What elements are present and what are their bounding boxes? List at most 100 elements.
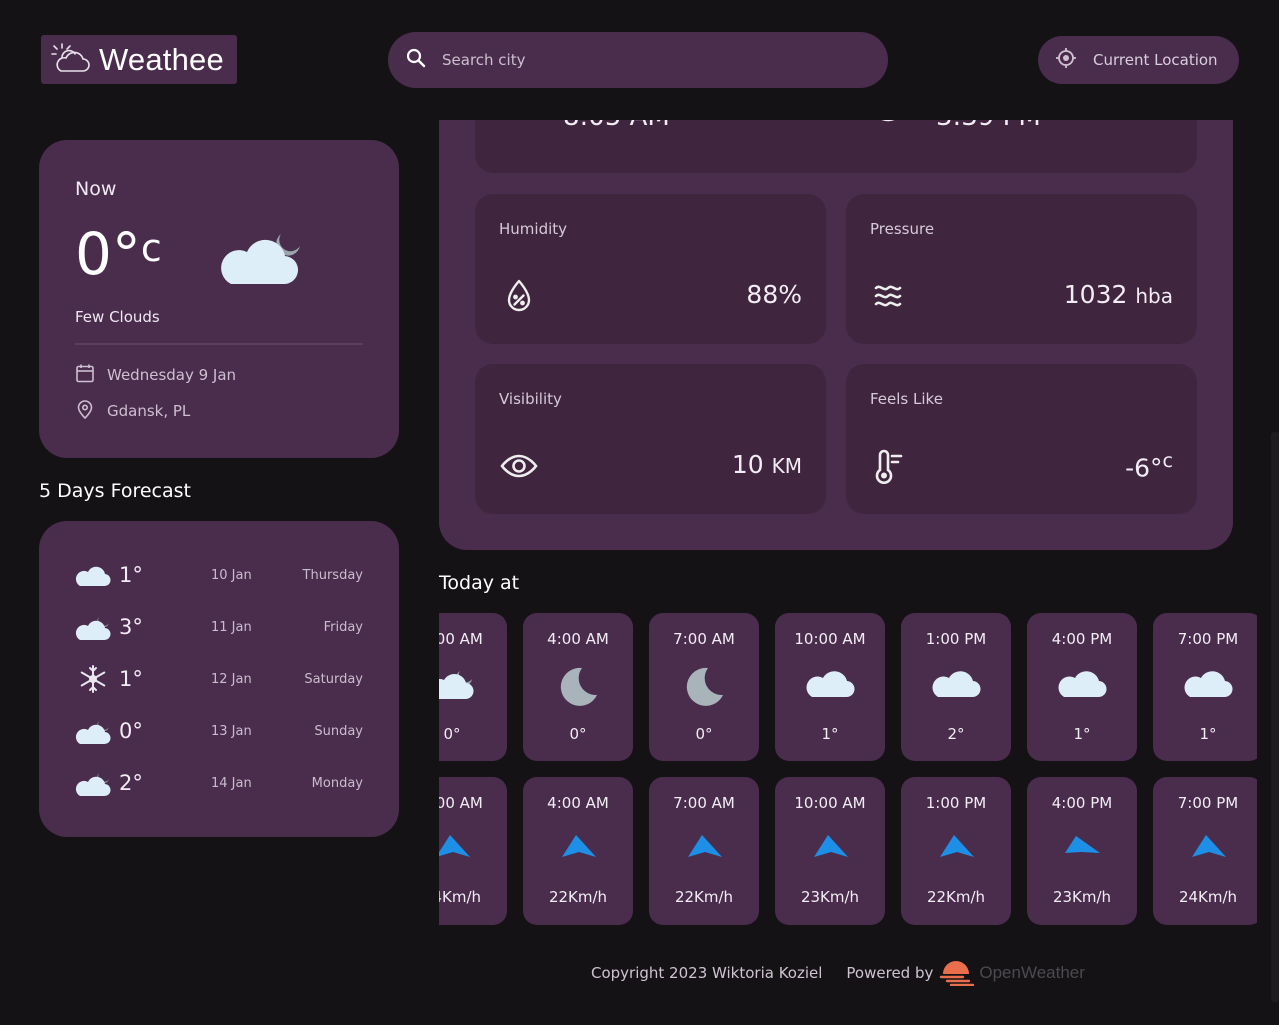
date-row: Wednesday 9 Jan bbox=[75, 363, 236, 387]
cloud-icon bbox=[1027, 665, 1137, 699]
humidity-value: 88% bbox=[746, 280, 802, 309]
hour-temp: 0° bbox=[569, 725, 587, 743]
hour-card: 7:00 PM 1° bbox=[1153, 613, 1257, 761]
hour-temp: 0° bbox=[695, 725, 713, 743]
visibility-value: 10 KM bbox=[732, 450, 802, 479]
hour-time: 4:00 AM bbox=[547, 794, 609, 812]
divider bbox=[75, 343, 363, 345]
hour-temp: 1° bbox=[1073, 725, 1091, 743]
hour-time: 7:00 AM bbox=[673, 794, 735, 812]
current-temp-value: 0° bbox=[75, 220, 141, 288]
current-location-label: Current Location bbox=[1093, 51, 1218, 69]
highlights-card: 8:05 AM 3:39 PM Humidity 88% Pressure 10… bbox=[439, 60, 1233, 550]
cloud-moon-icon bbox=[219, 226, 305, 292]
hour-card: 7:00 PM 24Km/h bbox=[1153, 777, 1257, 925]
wind-speed: 23Km/h bbox=[1052, 888, 1112, 906]
forecast-card: 1° 10 Jan Thursday 3° 11 Jan Friday 1° 1… bbox=[39, 521, 399, 837]
current-temperature: 0°c bbox=[75, 220, 162, 288]
crosshair-icon bbox=[1055, 47, 1077, 73]
search-input[interactable] bbox=[442, 51, 842, 69]
forecast-temp: 1° bbox=[119, 667, 143, 691]
forecast-date: 10 Jan bbox=[211, 567, 252, 583]
feels-like-unit: c bbox=[1162, 450, 1173, 472]
logo-text: Weathee bbox=[99, 41, 224, 77]
cloud-moon-icon bbox=[75, 717, 111, 745]
hourly-temperature-strip[interactable]: 1:00 AM 0° 4:00 AM 0° 7:00 AM 0° 10:00 A… bbox=[439, 613, 1257, 761]
hour-card: 4:00 PM 23Km/h bbox=[1027, 777, 1137, 925]
openweather-brand: OpenWeather bbox=[979, 963, 1085, 982]
hour-time: 10:00 AM bbox=[794, 630, 866, 648]
hour-card: 10:00 AM 1° bbox=[775, 613, 885, 761]
hour-time: 1:00 PM bbox=[925, 630, 987, 648]
snowflake-icon bbox=[75, 664, 111, 694]
pressure-tile: Pressure 1032 hba bbox=[846, 194, 1197, 344]
visibility-title: Visibility bbox=[499, 390, 562, 408]
pressure-number: 1032 bbox=[1063, 280, 1128, 309]
forecast-row: 1° 12 Jan Saturday bbox=[75, 653, 363, 705]
wind-speed: 24Km/h bbox=[1178, 888, 1238, 906]
search-bar[interactable] bbox=[388, 32, 888, 88]
hour-time: 7:00 PM bbox=[1177, 630, 1239, 648]
feels-like-title: Feels Like bbox=[870, 390, 943, 408]
calendar-icon bbox=[75, 363, 95, 387]
hour-temp: 1° bbox=[821, 725, 839, 743]
hourly-wind-strip[interactable]: 1:00 AM 24Km/h 4:00 AM 22Km/h 7:00 AM 22… bbox=[439, 777, 1257, 925]
pressure-title: Pressure bbox=[870, 220, 935, 238]
feels-like-number: -6° bbox=[1125, 453, 1163, 483]
moon-icon bbox=[523, 665, 633, 709]
current-location: Gdansk, PL bbox=[107, 402, 191, 420]
forecast-row: 3° 11 Jan Friday bbox=[75, 601, 363, 653]
cloud-icon bbox=[75, 563, 111, 587]
visibility-tile: Visibility 10 KM bbox=[475, 364, 826, 514]
humidity-tile: Humidity 88% bbox=[475, 194, 826, 344]
hour-time: 1:00 AM bbox=[439, 794, 483, 812]
current-weather-card: Now 0°c Few Clouds Wednesday 9 Jan Gdans… bbox=[39, 140, 399, 458]
hour-card: 7:00 AM 22Km/h bbox=[649, 777, 759, 925]
hour-temp: 1° bbox=[1199, 725, 1217, 743]
wind-speed: 24Km/h bbox=[439, 888, 482, 906]
humidity-title: Humidity bbox=[499, 220, 568, 238]
cloud-moon-icon bbox=[439, 665, 507, 701]
hour-temp: 2° bbox=[947, 725, 965, 743]
hour-time: 1:00 AM bbox=[439, 630, 483, 648]
humidity-number: 88 bbox=[746, 280, 779, 309]
humidity-unit: % bbox=[778, 280, 802, 309]
current-location-button[interactable]: Current Location bbox=[1038, 36, 1239, 84]
wind-speed: 22Km/h bbox=[674, 888, 734, 906]
current-temp-unit: c bbox=[140, 226, 162, 270]
hour-card: 1:00 PM 2° bbox=[901, 613, 1011, 761]
forecast-temp: 0° bbox=[119, 719, 143, 743]
hour-time: 10:00 AM bbox=[794, 794, 866, 812]
openweather-link[interactable]: OpenWeather bbox=[939, 956, 1085, 990]
weather-description: Few Clouds bbox=[75, 308, 160, 326]
feels-like-value: -6°c bbox=[1125, 450, 1173, 482]
forecast-temp: 1° bbox=[119, 563, 143, 587]
forecast-date: 14 Jan bbox=[211, 775, 252, 791]
header: Weathee Current Location bbox=[0, 0, 1279, 120]
forecast-day: Saturday bbox=[304, 671, 363, 687]
copyright-text: Copyright 2023 Wiktoria Koziel bbox=[591, 964, 823, 982]
hour-card: 4:00 PM 1° bbox=[1027, 613, 1137, 761]
feels-like-tile: Feels Like -6°c bbox=[846, 364, 1197, 514]
page-scrollbar[interactable] bbox=[1271, 432, 1279, 1002]
eye-icon bbox=[499, 446, 539, 490]
hour-time: 7:00 AM bbox=[673, 630, 735, 648]
cloud-icon bbox=[775, 665, 885, 699]
wind-direction-icon bbox=[523, 833, 633, 861]
forecast-date: 13 Jan bbox=[211, 723, 252, 739]
location-pin-icon bbox=[75, 399, 95, 423]
weather-logo-icon bbox=[49, 40, 93, 80]
forecast-day: Friday bbox=[323, 619, 363, 635]
hour-time: 1:00 PM bbox=[925, 794, 987, 812]
forecast-date: 12 Jan bbox=[211, 671, 252, 687]
hour-card: 1:00 AM 24Km/h bbox=[439, 777, 507, 925]
visibility-unit: KM bbox=[771, 454, 802, 478]
hour-card: 10:00 AM 23Km/h bbox=[775, 777, 885, 925]
hour-time: 4:00 AM bbox=[547, 630, 609, 648]
logo[interactable]: Weathee bbox=[41, 35, 237, 84]
pressure-unit: hba bbox=[1135, 284, 1173, 308]
humidity-drop-icon bbox=[499, 276, 539, 320]
moon-icon bbox=[649, 665, 759, 709]
location-row: Gdansk, PL bbox=[75, 399, 190, 423]
visibility-number: 10 bbox=[731, 450, 764, 479]
